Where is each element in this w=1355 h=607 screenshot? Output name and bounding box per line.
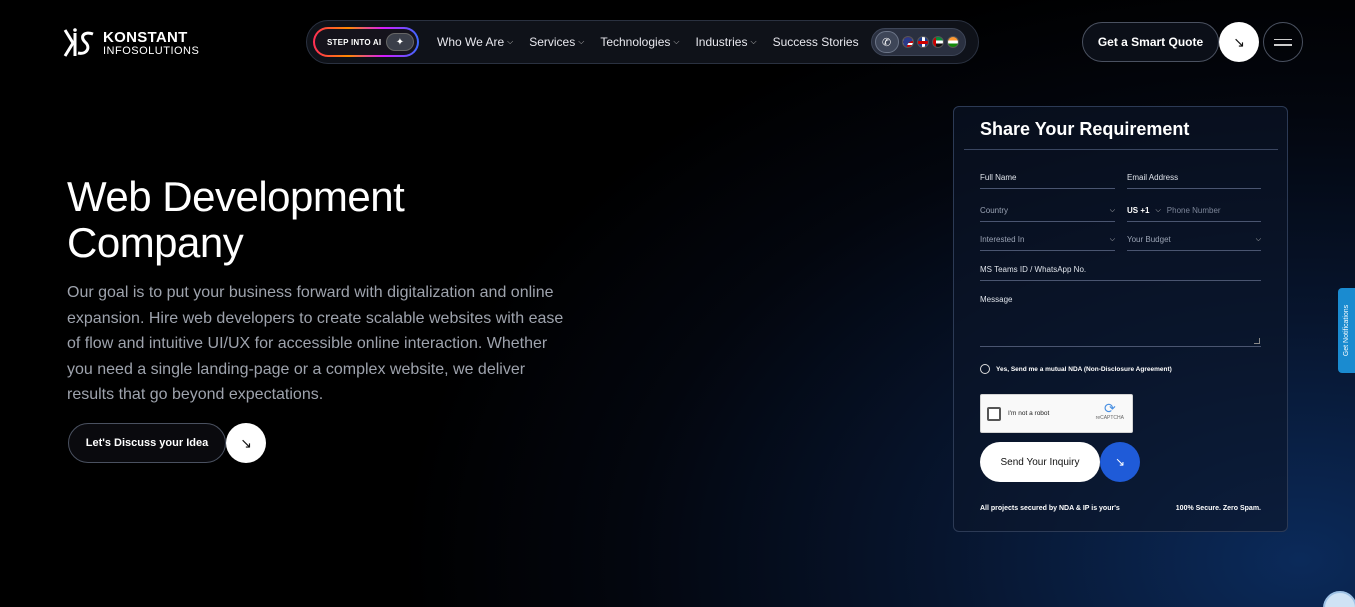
india-flag-icon[interactable] xyxy=(946,36,959,48)
secure-note: 100% Secure. Zero Spam. xyxy=(1175,505,1261,512)
nda-label: Yes, Send me a mutual NDA (Non-Disclosur… xyxy=(996,365,1172,373)
form-title: Share Your Requirement xyxy=(980,119,1190,139)
step-into-ai-toggle[interactable]: STEP INTO AI ✦ xyxy=(313,27,419,57)
step-into-ai-label: STEP INTO AI xyxy=(327,37,382,47)
hero-title: Web Development Company xyxy=(67,173,405,266)
interested-in-select[interactable]: Interested In ⌵ xyxy=(980,229,1115,251)
chevron-down-icon: ⌵ xyxy=(1109,236,1115,243)
main-nav: STEP INTO AI ✦ Who We Are ⌵ Services ⌵ Tec… xyxy=(306,20,979,64)
recaptcha-checkbox[interactable] xyxy=(987,406,1001,421)
message-textarea[interactable]: Message xyxy=(980,295,1261,347)
contact-pill[interactable]: ✆ xyxy=(870,28,966,56)
phone-number-input[interactable]: Phone Number xyxy=(1167,206,1221,215)
nav-item-technologies[interactable]: Technologies ⌵ xyxy=(600,35,679,49)
requirement-form: Share Your Requirement Full Name Email A… xyxy=(953,106,1288,532)
recaptcha-brand: reCAPTCHA xyxy=(1095,415,1124,421)
logo[interactable]: KONSTANT INFOSOLUTIONS xyxy=(63,27,199,59)
get-notifications-tab[interactable]: Get Notifications xyxy=(1338,288,1355,373)
discuss-idea-button[interactable]: Let's Discuss your Idea xyxy=(68,423,226,463)
chevron-down-icon: ⌵ xyxy=(1255,236,1261,243)
chevron-down-icon: ⌵ xyxy=(578,37,585,46)
recaptcha-label: I'm not a robot xyxy=(1008,410,1050,417)
full-name-field[interactable]: Full Name xyxy=(980,167,1115,189)
nav-item-who-we-are[interactable]: Who We Are ⌵ xyxy=(437,35,513,49)
phone-icon[interactable]: ✆ xyxy=(874,31,899,53)
chevron-down-icon: ⌵ xyxy=(750,37,757,46)
get-smart-quote-button[interactable]: Get a Smart Quote xyxy=(1082,22,1219,62)
uae-flag-icon[interactable] xyxy=(931,36,944,48)
ms-teams-field[interactable]: MS Teams ID / WhatsApp No. xyxy=(980,259,1261,281)
email-field[interactable]: Email Address xyxy=(1127,167,1261,189)
us-flag-icon[interactable] xyxy=(901,36,914,48)
recaptcha-widget: I'm not a robot ⟳ reCAPTCHA xyxy=(980,394,1133,433)
country-select[interactable]: Country ⌵ xyxy=(980,200,1115,222)
arrow-down-right-icon[interactable]: ↘ xyxy=(1219,22,1259,62)
nav-item-industries[interactable]: Industries ⌵ xyxy=(695,35,756,49)
nav-item-success-stories[interactable]: Success Stories xyxy=(773,35,859,49)
hero-description: Our goal is to put your business forward… xyxy=(67,284,564,403)
chevron-down-icon: ⌵ xyxy=(1155,207,1161,214)
budget-select[interactable]: Your Budget ⌵ xyxy=(1127,229,1261,251)
resize-handle-icon[interactable] xyxy=(1254,338,1260,344)
nda-note: All projects secured by NDA & IP is your… xyxy=(980,505,1120,512)
send-inquiry-button[interactable]: Send Your Inquiry xyxy=(980,442,1100,482)
logo-text-secondary: INFOSOLUTIONS xyxy=(103,44,200,57)
arrow-down-right-icon[interactable]: ↘ xyxy=(1100,442,1140,482)
phone-field[interactable]: US +1 ⌵ Phone Number xyxy=(1127,200,1261,222)
logo-text-primary: KONSTANT xyxy=(103,28,188,46)
phone-code-select[interactable]: US +1 xyxy=(1127,206,1149,215)
sparkle-icon: ✦ xyxy=(386,33,414,51)
nda-radio[interactable] xyxy=(980,364,990,374)
logo-mark-icon xyxy=(63,28,94,57)
chevron-down-icon: ⌵ xyxy=(507,37,514,46)
nda-option[interactable]: Yes, Send me a mutual NDA (Non-Disclosur… xyxy=(980,364,1172,374)
recaptcha-icon: ⟳ xyxy=(1103,400,1116,416)
chevron-down-icon: ⌵ xyxy=(1109,207,1115,214)
chevron-down-icon: ⌵ xyxy=(673,37,680,46)
hamburger-menu-icon[interactable] xyxy=(1263,22,1303,62)
arrow-down-right-icon[interactable]: ↘ xyxy=(226,423,266,463)
nav-item-services[interactable]: Services ⌵ xyxy=(529,35,584,49)
uk-flag-icon[interactable] xyxy=(916,36,929,48)
chat-widget-icon[interactable] xyxy=(1323,591,1355,607)
divider xyxy=(964,149,1278,150)
